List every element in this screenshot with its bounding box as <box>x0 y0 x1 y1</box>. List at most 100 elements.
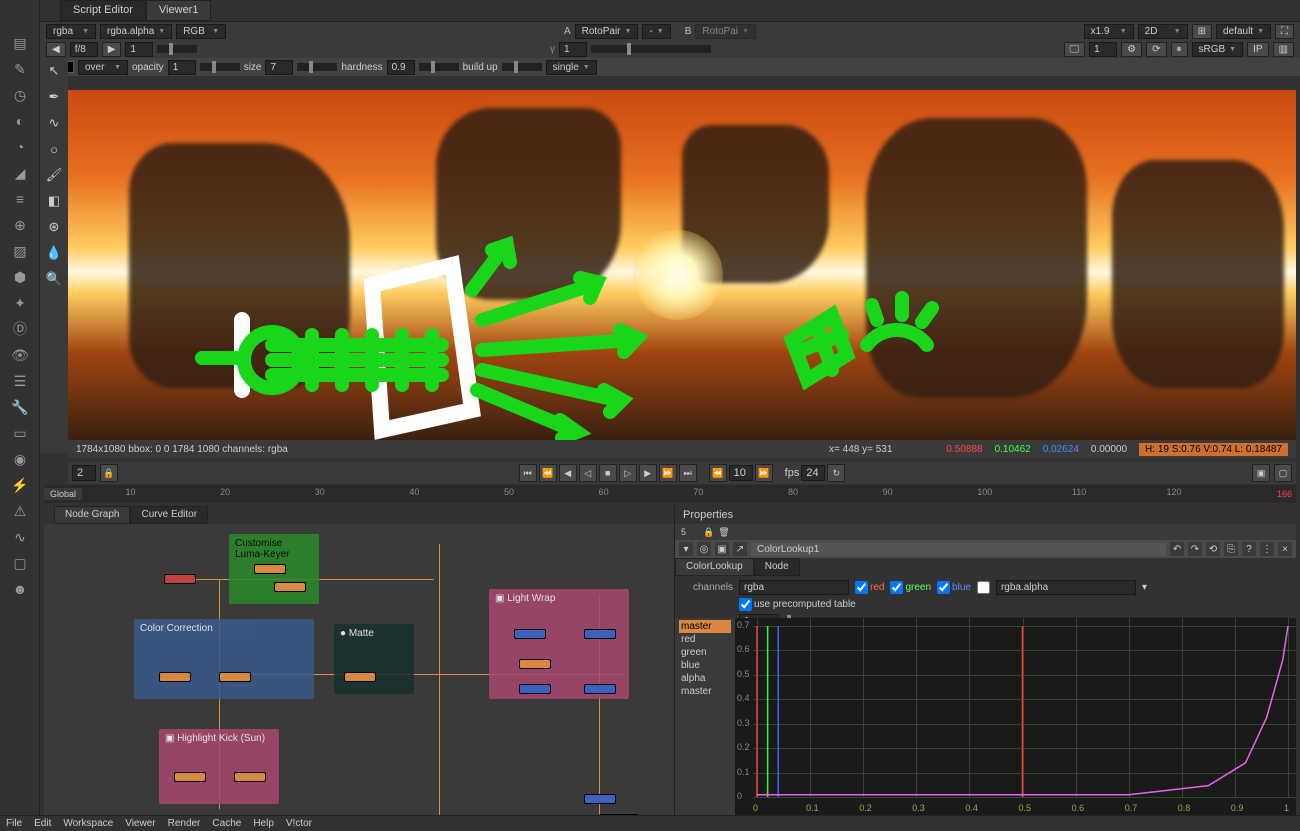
curve-channel-blue[interactable]: blue <box>679 659 731 672</box>
rail-icon-face[interactable]: ☻ <box>0 576 40 602</box>
rail-icon-dot[interactable]: ▢ <box>0 550 40 576</box>
pause-icon[interactable]: ⏸ <box>1171 42 1188 57</box>
skip-back-icon[interactable]: ⏪ <box>709 464 727 482</box>
view-lock-icon[interactable]: ⊞ <box>1192 24 1212 39</box>
backdrop-color-correction[interactable]: Color Correction <box>134 619 314 699</box>
lock-panels-icon[interactable]: 🔒 <box>703 527 714 538</box>
step-fwd-icon[interactable]: ▶ <box>639 464 657 482</box>
rail-icon-merge[interactable]: ⊕ <box>0 212 40 238</box>
eraser-tool-icon[interactable]: ◧ <box>40 188 68 214</box>
backdrop-light-wrap[interactable]: ▣ Light Wrap <box>489 589 629 699</box>
rail-icon-warn[interactable]: ⚠ <box>0 498 40 524</box>
menu-render[interactable]: Render <box>168 818 201 829</box>
collapse-icon[interactable]: ▾ <box>679 542 693 556</box>
stop-icon[interactable]: ■ <box>599 464 617 482</box>
node-small[interactable] <box>159 672 191 682</box>
rail-icon-color[interactable]: ◔ <box>0 134 40 160</box>
max-panels-input[interactable]: 5 <box>681 527 699 537</box>
a-buffer-dropdown[interactable]: RotoPair <box>575 24 639 39</box>
rail-icon-channel[interactable]: ◐ <box>0 108 40 134</box>
tab-colorlookup[interactable]: ColorLookup <box>675 558 754 576</box>
backdrop-matte[interactable]: ● Matte <box>334 624 414 694</box>
lock-icon[interactable]: 🔒 <box>100 464 118 482</box>
fstop-slider[interactable] <box>157 45 197 53</box>
channels-dropdown[interactable]: rgba <box>739 580 849 595</box>
view-clip-icon[interactable]: ⛶ <box>1275 24 1294 39</box>
node-small[interactable] <box>519 684 551 694</box>
clone-tool-icon[interactable]: ⊛ <box>40 214 68 240</box>
skip-fwd-icon[interactable]: ⏩ <box>755 464 773 482</box>
center-node-icon[interactable]: ◎ <box>697 542 711 556</box>
alpha-checkbox[interactable] <box>977 581 990 594</box>
node-small[interactable] <box>584 684 616 694</box>
prev-arrow-icon[interactable]: ◀ <box>46 42 66 57</box>
backdrop-highlight-kick[interactable]: ▣ Highlight Kick (Sun) <box>159 729 279 804</box>
node-small[interactable] <box>274 582 306 592</box>
fps-value[interactable]: 24 <box>801 465 825 481</box>
fstop-label[interactable]: f/8 <box>70 42 98 57</box>
current-frame[interactable]: 2 <box>72 465 96 481</box>
blur-tool-icon[interactable]: 💧 <box>40 240 68 266</box>
node-redo-icon[interactable]: ↷ <box>1188 542 1202 556</box>
curve-channel-master[interactable]: master <box>679 685 731 698</box>
node-enabled-icon[interactable]: ▣ <box>715 542 729 556</box>
stroke-style-dropdown[interactable]: single <box>546 60 597 75</box>
next-arrow-icon[interactable]: ▶ <box>102 42 122 57</box>
node-small[interactable] <box>584 794 616 804</box>
node-small[interactable] <box>254 564 286 574</box>
buildup-slider[interactable] <box>502 63 542 71</box>
select-tool-icon[interactable]: ↖ <box>40 58 68 84</box>
node-small[interactable] <box>514 629 546 639</box>
bezier-tool-icon[interactable]: ✒ <box>40 84 68 110</box>
paint-mode-dropdown[interactable]: over <box>78 60 128 75</box>
blue-checkbox[interactable] <box>937 581 950 594</box>
rail-icon-all[interactable]: ∿ <box>0 524 40 550</box>
size-slider[interactable] <box>297 63 337 71</box>
node-copy-icon[interactable]: ⎘ <box>1224 542 1238 556</box>
opacity-input[interactable]: 1 <box>168 60 196 75</box>
channel-alpha-dropdown[interactable]: rgba.alpha <box>100 24 172 39</box>
tab-curve-editor[interactable]: Curve Editor <box>130 506 208 524</box>
go-first-icon[interactable]: ⏮ <box>519 464 537 482</box>
red-checkbox[interactable] <box>855 581 868 594</box>
node-menu-icon[interactable]: ⋮ <box>1260 542 1274 556</box>
play-fwd-icon[interactable]: ▷ <box>619 464 637 482</box>
menu-edit[interactable]: Edit <box>34 818 51 829</box>
rail-icon-other[interactable]: ▭ <box>0 420 40 446</box>
b-buffer-dropdown[interactable]: RotoPai <box>695 24 756 39</box>
menu-workspace[interactable]: Workspace <box>63 818 113 829</box>
gamma-slider[interactable] <box>591 45 711 53</box>
stripes-icon[interactable]: ▥ <box>1273 42 1294 57</box>
ellipse-tool-icon[interactable]: ○ <box>40 136 68 162</box>
clear-panels-icon[interactable]: 🗑 <box>718 527 729 538</box>
skip-frames[interactable]: 10 <box>729 465 753 481</box>
tab-script-editor[interactable]: Script Editor <box>60 0 146 21</box>
curve-channel-alpha[interactable]: alpha <box>679 672 731 685</box>
rail-icon-views[interactable]: 👁 <box>0 342 40 368</box>
next-key-icon[interactable]: ⏩ <box>659 464 677 482</box>
node-close-icon[interactable]: × <box>1278 542 1292 556</box>
alpha-channel-dropdown[interactable]: rgba.alpha <box>996 580 1136 595</box>
menu-v!ctor[interactable]: V!ctor <box>286 818 312 829</box>
fstop-value[interactable]: 1 <box>125 42 153 57</box>
monitor-num[interactable]: 1 <box>1089 42 1117 57</box>
in-point-icon[interactable]: ▣ <box>1252 464 1270 482</box>
rail-icon-3d[interactable]: ⬢ <box>0 264 40 290</box>
rail-icon-deep[interactable]: Ⓓ <box>0 316 40 342</box>
curve-channel-green[interactable]: green <box>679 646 731 659</box>
rail-icon-plug[interactable]: ⚡ <box>0 472 40 498</box>
node-revert-icon[interactable]: ⟲ <box>1206 542 1220 556</box>
tab-node[interactable]: Node <box>754 558 800 576</box>
node-small[interactable] <box>519 659 551 669</box>
zoom-dropdown[interactable]: x1.9 <box>1084 24 1134 39</box>
channel-rgb-dropdown[interactable]: RGB <box>176 24 226 39</box>
rail-icon-metadata[interactable]: ☰ <box>0 368 40 394</box>
node-small[interactable] <box>164 574 196 584</box>
tab-node-graph[interactable]: Node Graph <box>54 506 130 524</box>
ip-toggle[interactable]: IP <box>1247 42 1268 57</box>
rail-icon-furnace[interactable]: ◉ <box>0 446 40 472</box>
node-small[interactable] <box>174 772 206 782</box>
rail-icon-draw[interactable]: ✎ <box>0 56 40 82</box>
display-dropdown[interactable]: default <box>1216 24 1271 39</box>
refresh-icon[interactable]: ⟳ <box>1146 42 1166 57</box>
